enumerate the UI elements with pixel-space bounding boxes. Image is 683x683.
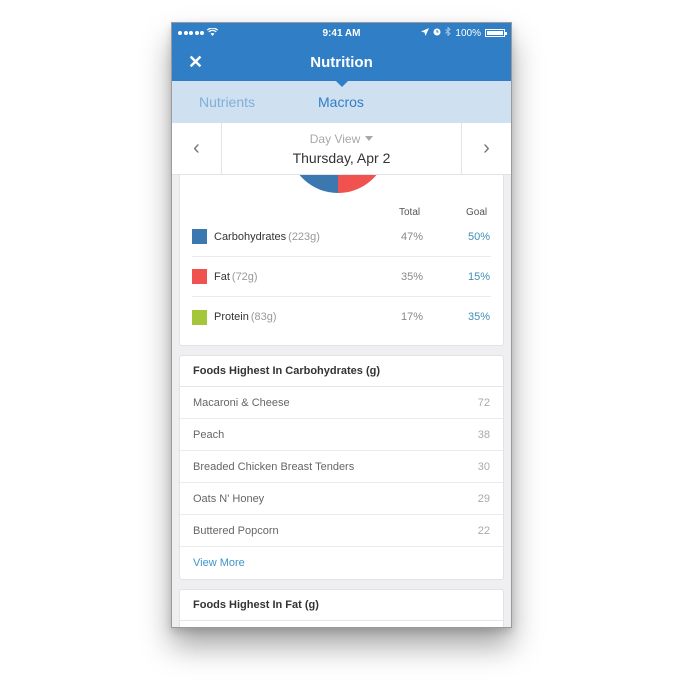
macro-row-carbohydrates: Carbohydrates (223g) 47% 50%	[192, 217, 491, 257]
battery-percent: 100%	[455, 27, 481, 39]
macro-grams: (83g)	[250, 311, 277, 323]
scroll-content[interactable]: Total Goal Carbohydrates (223g) 47% 50% …	[172, 173, 511, 627]
food-name: Oats N' Honey	[193, 492, 265, 505]
food-list-item[interactable]: Oats N' Honey 29	[180, 483, 503, 515]
status-bar: 9:41 AM 100%	[172, 23, 511, 43]
alarm-icon	[433, 28, 441, 39]
location-arrow-icon	[421, 27, 430, 39]
macros-header: Total Goal	[180, 193, 503, 218]
macro-goal: 50%	[468, 230, 491, 243]
foods-highest-carbs-card: Foods Highest In Carbohydrates (g) Macar…	[179, 355, 504, 580]
food-name: Breaded Chicken Breast Tenders	[193, 460, 355, 473]
tab-macros[interactable]: Macros	[318, 94, 364, 110]
food-value: 22	[477, 524, 490, 537]
battery-icon	[485, 29, 507, 37]
caret-down-icon	[365, 136, 374, 141]
chevron-left-icon: ‹	[193, 137, 200, 159]
macro-grams: (223g)	[288, 230, 320, 243]
card-title: Foods Highest In Carbohydrates (g)	[180, 356, 503, 387]
food-value: 72	[477, 396, 490, 409]
phone-screen: 9:41 AM 100% ✕ Nutrition Nutrients Macro…	[171, 22, 512, 628]
current-date: Thursday, Apr 2	[292, 149, 391, 166]
card-title: Foods Highest In Fat (g)	[180, 590, 503, 621]
carbohydrates-color-swatch	[192, 229, 207, 244]
pie-slice-fat	[338, 173, 378, 193]
macro-name: Fat	[214, 270, 230, 283]
pie-slice-carbohydrates	[298, 173, 338, 193]
food-value: 29	[477, 492, 490, 505]
macros-pie-chart	[180, 173, 503, 193]
food-value: 38	[477, 428, 490, 441]
macro-total: 17%	[401, 311, 424, 323]
food-name: Peach	[193, 428, 225, 441]
food-name: Macaroni & Cheese	[193, 396, 290, 409]
chevron-right-icon: ›	[483, 137, 490, 159]
view-more-link[interactable]: View More	[180, 547, 503, 579]
macro-total: 35%	[401, 270, 424, 283]
signal-strength-icon	[178, 31, 204, 35]
food-value: 30	[477, 460, 490, 473]
bluetooth-icon	[445, 26, 452, 39]
page-title: Nutrition	[310, 53, 373, 71]
macro-total: 47%	[401, 230, 424, 243]
close-button[interactable]: ✕	[188, 52, 203, 73]
food-list-item[interactable]: Peach 38	[180, 419, 503, 451]
view-mode-label: Day View	[309, 131, 361, 146]
macro-name: Carbohydrates	[214, 230, 287, 243]
previous-day-button[interactable]: ‹	[172, 123, 222, 174]
tab-nutrients[interactable]: Nutrients	[199, 94, 255, 110]
view-mode-dropdown[interactable]: Day View	[309, 131, 374, 146]
macro-grams: (72g)	[231, 270, 258, 283]
fat-color-swatch	[192, 269, 207, 284]
macro-goal: 15%	[468, 270, 491, 283]
date-navigator: ‹ Day View Thursday, Apr 2 ›	[172, 123, 511, 175]
wifi-icon	[206, 27, 219, 39]
macro-row-protein: Protein (83g) 17% 35%	[192, 297, 491, 337]
macro-goal: 35%	[468, 311, 491, 323]
nav-bar: ✕ Nutrition	[172, 43, 511, 87]
foods-highest-fat-card: Foods Highest In Fat (g)	[179, 589, 504, 627]
next-day-button[interactable]: ›	[461, 123, 511, 174]
macro-name: Protein	[214, 311, 249, 323]
food-list-item[interactable]: Macaroni & Cheese 72	[180, 387, 503, 419]
macro-row-fat: Fat (72g) 35% 15%	[192, 257, 491, 297]
food-list-item[interactable]: Breaded Chicken Breast Tenders 30	[180, 451, 503, 483]
protein-color-swatch	[192, 309, 207, 325]
active-tab-pointer	[336, 81, 348, 87]
food-name: Buttered Popcorn	[193, 524, 279, 537]
tab-bar: Nutrients Macros	[172, 81, 511, 123]
macros-card: Total Goal Carbohydrates (223g) 47% 50% …	[179, 173, 504, 346]
food-list-item[interactable]: Buttered Popcorn 22	[180, 515, 503, 547]
